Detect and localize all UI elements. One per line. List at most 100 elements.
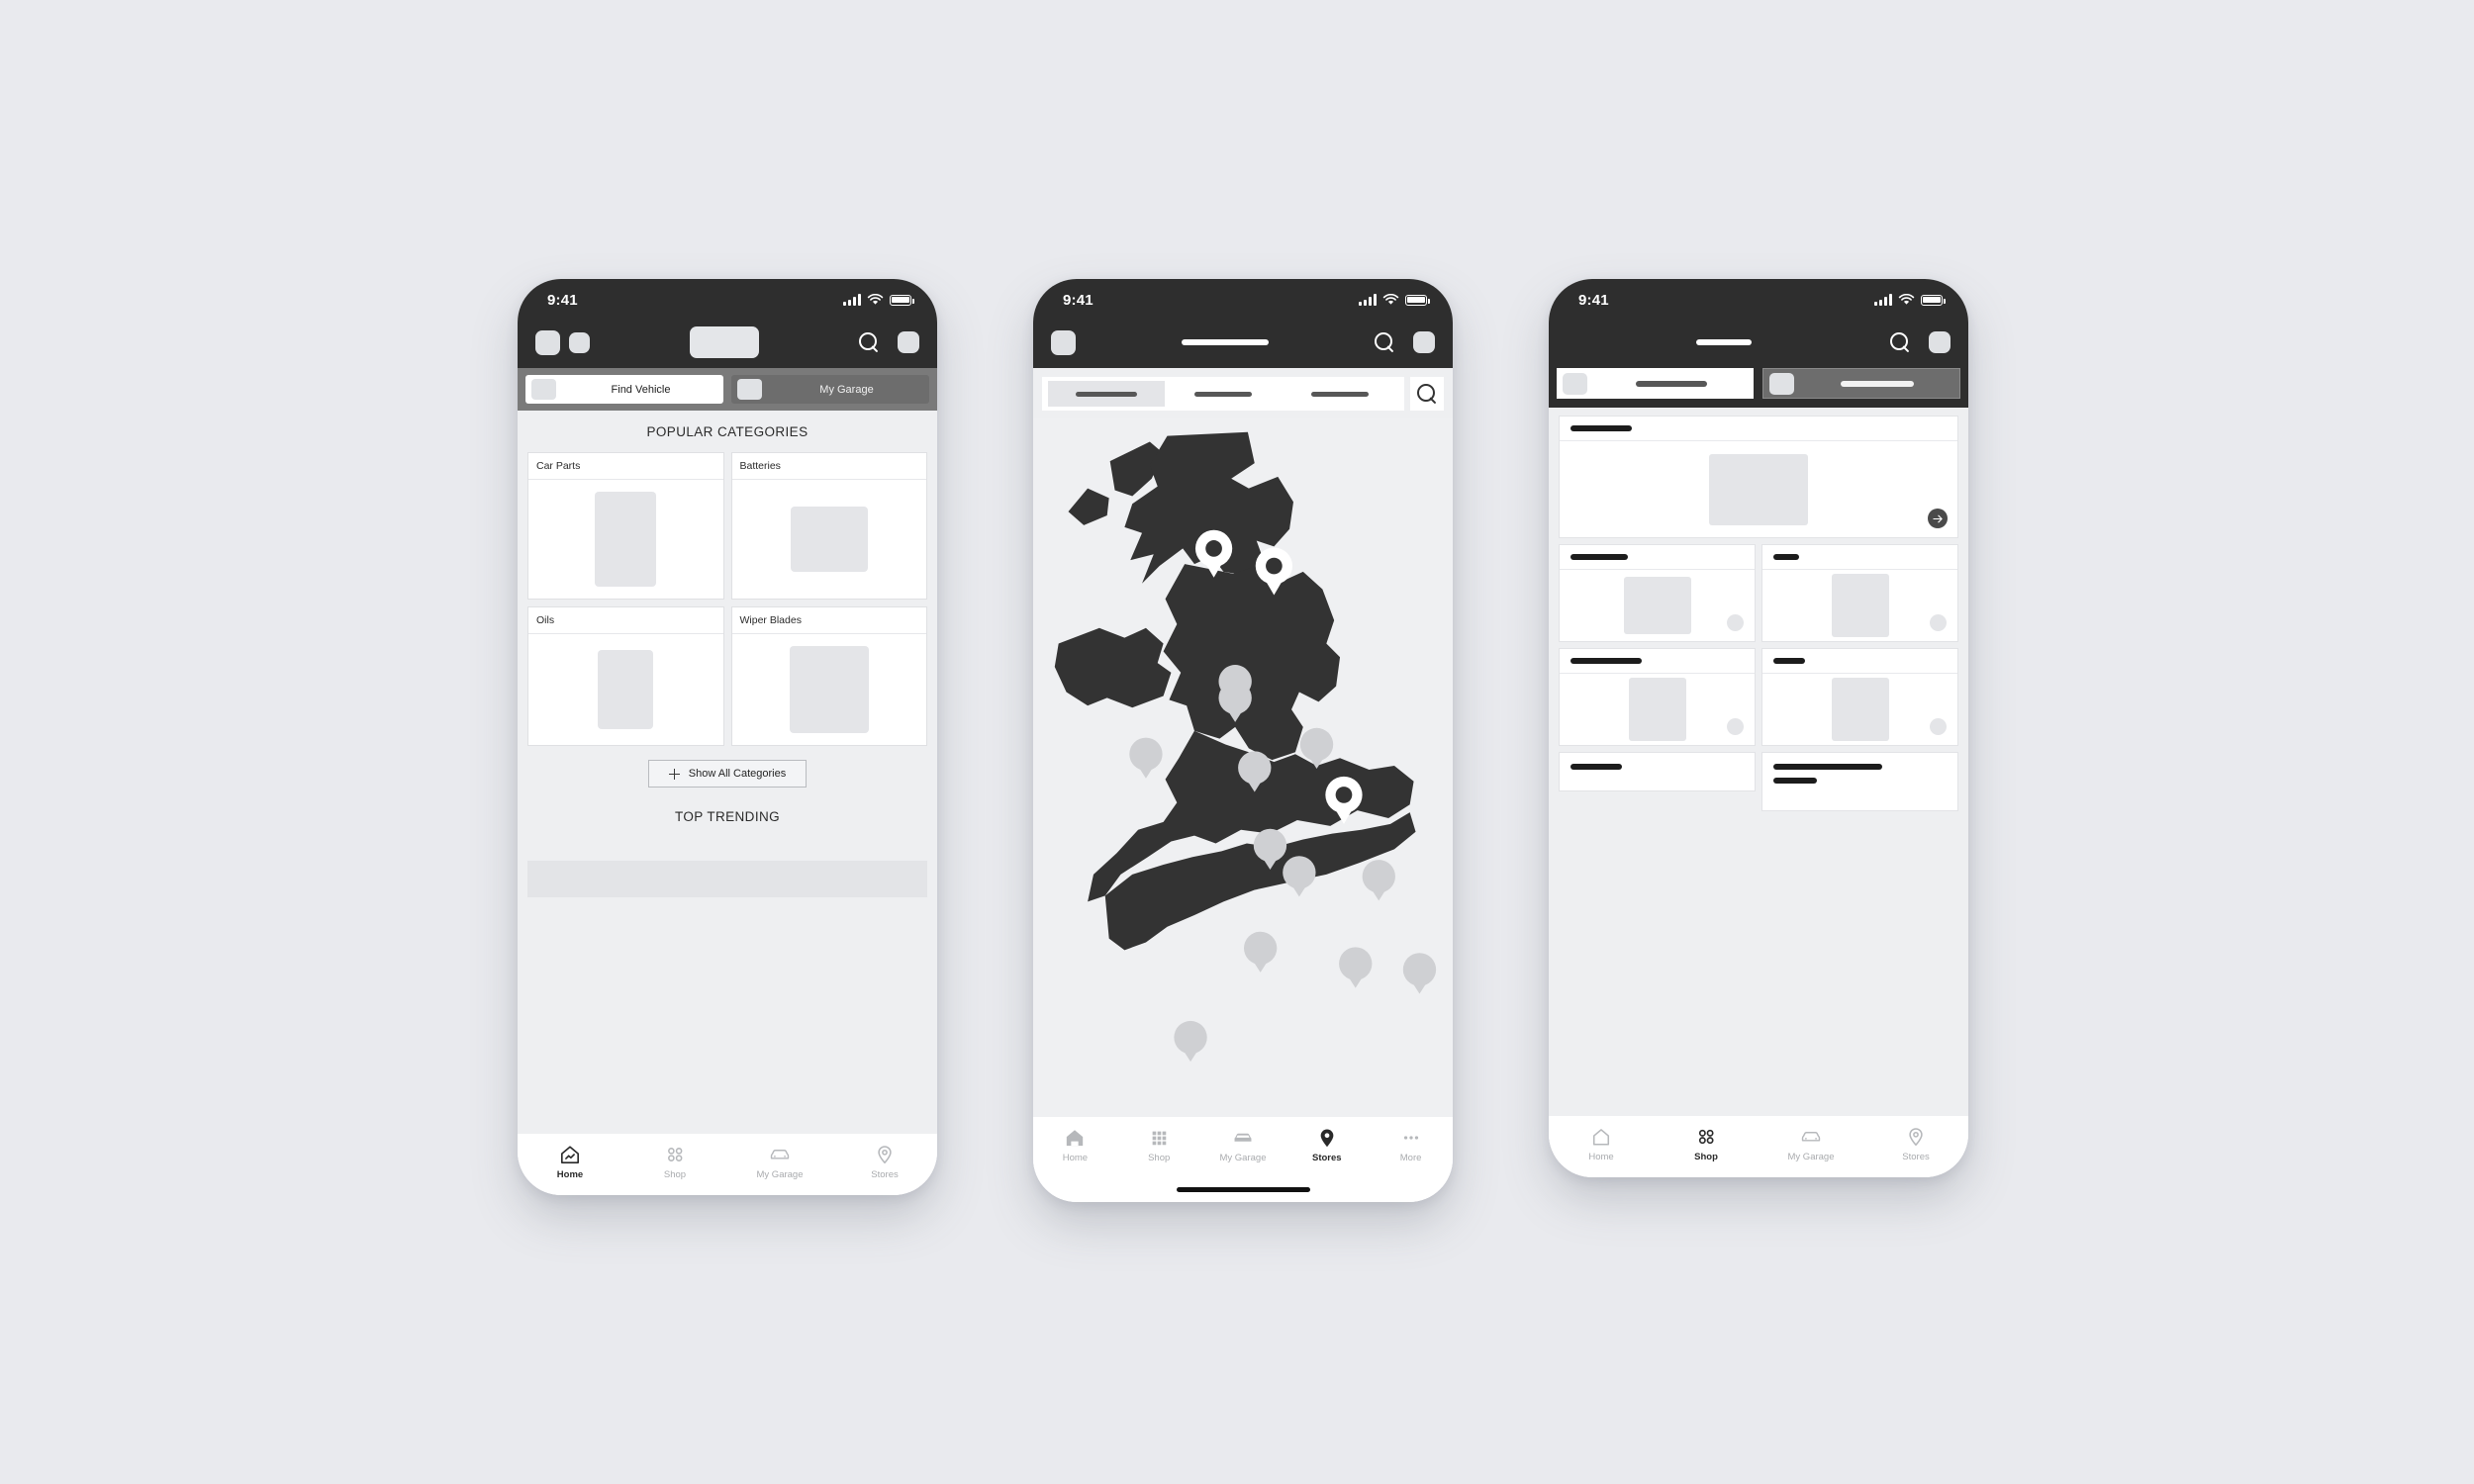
footer-card[interactable]	[1761, 752, 1958, 811]
product-tile[interactable]	[1559, 544, 1756, 642]
tab-shop[interactable]: Shop	[1654, 1127, 1759, 1162]
tab-my-garage[interactable]: My Garage	[1759, 1127, 1863, 1162]
top-chrome-shop: 9:41	[1549, 279, 1968, 408]
tile-body	[1560, 673, 1755, 745]
tab-shop-label: Shop	[1148, 1153, 1171, 1163]
status-bar: 9:41	[1033, 279, 1453, 317]
tab-shop-label: Shop	[1694, 1152, 1718, 1162]
status-bar: 9:41	[518, 279, 937, 317]
segment-find-vehicle[interactable]: Find Vehicle	[525, 375, 723, 404]
top-chrome-map: 9:41	[1033, 279, 1453, 368]
tab-home[interactable]: Home	[1033, 1128, 1117, 1163]
search-icon[interactable]	[858, 331, 880, 353]
account-button[interactable]	[1413, 331, 1435, 353]
footer-card[interactable]	[1559, 752, 1756, 791]
menu-button[interactable]	[1051, 329, 1076, 355]
home-indicator	[1033, 1176, 1453, 1202]
map-pin-plain	[1243, 931, 1278, 973]
trending-carousel-placeholder[interactable]	[527, 861, 927, 897]
brand-logo	[689, 326, 759, 358]
home-icon	[1590, 1127, 1612, 1147]
show-all-categories-button[interactable]: Show All Categories	[648, 760, 807, 788]
screen-home: 9:41 Find Vehicle My Garage POPULAR CATE…	[518, 279, 937, 1195]
cellular-signal-icon	[1874, 294, 1892, 306]
category-label: Oils	[528, 607, 723, 634]
battery-icon	[1921, 294, 1946, 306]
account-button[interactable]	[898, 331, 919, 353]
category-image-placeholder	[528, 634, 723, 745]
phone-mockup-shop: 9:41 Home Shop My Garage Stores	[1549, 279, 1968, 1177]
search-icon[interactable]	[1889, 331, 1911, 353]
hero-image-placeholder	[1709, 453, 1808, 525]
product-tile[interactable]	[1761, 648, 1958, 746]
secondary-button[interactable]	[569, 331, 590, 353]
bottom-tab-bar-home: Home Shop My Garage Stores	[518, 1134, 937, 1195]
home-content: POPULAR CATEGORIES Car Parts Batteries O…	[518, 411, 937, 1134]
map-pin-plain	[1402, 953, 1437, 994]
filter-chip-1[interactable]	[1048, 381, 1165, 407]
map-pin-plain	[1362, 860, 1395, 901]
map-pin-plain	[1283, 856, 1316, 897]
tab-stores[interactable]: Stores	[1863, 1127, 1968, 1162]
home-icon	[1064, 1128, 1086, 1148]
tab-more[interactable]: More	[1369, 1128, 1453, 1163]
battery-icon	[890, 294, 914, 306]
map-pin-plain	[1174, 1020, 1207, 1063]
tab-stores[interactable]: Stores	[1285, 1128, 1369, 1163]
filter-chip-3[interactable]	[1282, 381, 1398, 407]
category-label: Batteries	[731, 453, 926, 480]
account-button[interactable]	[1929, 331, 1951, 353]
tab-shop[interactable]: Shop	[622, 1145, 727, 1180]
tab-home-label: Home	[1588, 1152, 1614, 1162]
category-card-wiper-blades[interactable]: Wiper Blades	[730, 606, 927, 746]
wifi-icon	[1898, 294, 1915, 305]
vehicle-segment-control: Find Vehicle My Garage	[518, 368, 937, 411]
home-icon	[559, 1145, 581, 1164]
menu-button[interactable]	[535, 329, 560, 355]
search-icon[interactable]	[1374, 331, 1395, 353]
product-tile[interactable]	[1761, 544, 1958, 642]
car-icon	[1232, 1128, 1254, 1148]
segment-find-vehicle-label: Find Vehicle	[611, 383, 671, 396]
category-card-car-parts[interactable]: Car Parts	[527, 452, 724, 600]
status-clock: 9:41	[1063, 291, 1094, 309]
hero-card[interactable]	[1559, 416, 1958, 538]
filter-chip-2[interactable]	[1165, 381, 1282, 407]
segment-my-garage[interactable]: My Garage	[731, 375, 929, 404]
tab-my-garage[interactable]: My Garage	[727, 1145, 832, 1180]
screen-stores-map: 9:41 Home Shop My Garage Stores More	[1033, 279, 1453, 1202]
segment-find-vehicle[interactable]	[1557, 368, 1754, 399]
category-card-batteries[interactable]: Batteries	[730, 452, 927, 600]
status-icons	[843, 294, 914, 306]
shop-content	[1549, 408, 1968, 1116]
grid-dots-icon	[1695, 1127, 1717, 1147]
tile-badge	[1930, 614, 1947, 631]
tile-body	[1762, 673, 1957, 745]
bottom-tab-bar-shop: Home Shop My Garage Stores	[1549, 1116, 1968, 1177]
tile-badge	[1727, 718, 1744, 735]
car-icon	[769, 1145, 791, 1164]
top-chrome-home: 9:41	[518, 279, 937, 368]
ellipsis-icon	[1400, 1128, 1422, 1148]
tab-home-label: Home	[556, 1169, 584, 1180]
bottom-tab-bar-map: Home Shop My Garage Stores More	[1033, 1117, 1453, 1176]
tab-shop[interactable]: Shop	[1117, 1128, 1201, 1163]
category-label: Wiper Blades	[731, 607, 926, 634]
wifi-icon	[1382, 294, 1399, 305]
tab-my-garage[interactable]: My Garage	[1201, 1128, 1285, 1163]
tab-my-garage-label: My Garage	[1787, 1152, 1835, 1162]
product-tile[interactable]	[1559, 648, 1756, 746]
map-pin-plain	[1339, 947, 1373, 988]
tab-home[interactable]: Home	[1549, 1127, 1654, 1162]
segment-my-garage[interactable]	[1761, 368, 1960, 399]
map-graphic	[1054, 431, 1437, 1063]
tab-home[interactable]: Home	[518, 1145, 622, 1180]
tab-stores[interactable]: Stores	[832, 1145, 937, 1180]
shop-segment-control	[1549, 368, 1968, 408]
uk-store-map[interactable]	[1033, 418, 1453, 1117]
tab-my-garage-label: My Garage	[756, 1169, 804, 1180]
store-search-button[interactable]	[1410, 377, 1444, 411]
category-card-oils[interactable]: Oils	[527, 606, 724, 746]
arrow-right-icon[interactable]	[1928, 509, 1948, 528]
status-clock: 9:41	[547, 291, 578, 309]
